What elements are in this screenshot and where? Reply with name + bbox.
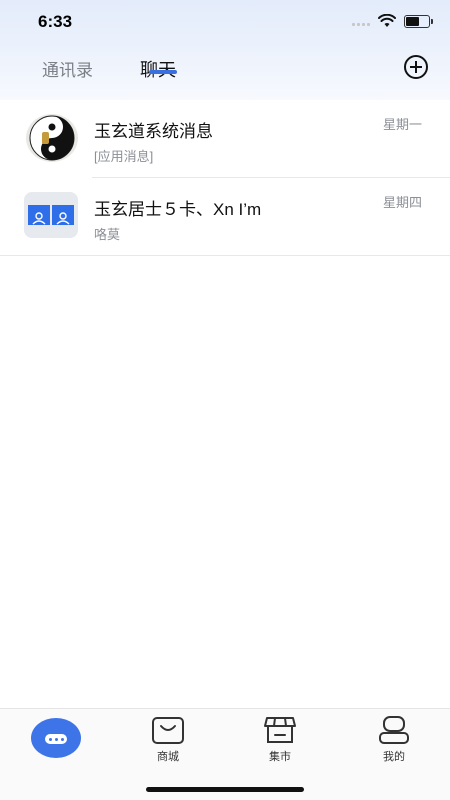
conversation-name: 玉玄居士５卡、Xn I’m: [94, 200, 262, 219]
yin-yang-avatar: [26, 114, 78, 162]
conversation-name: 玉玄道系统消息: [94, 122, 213, 141]
nav-label: 商城: [157, 751, 179, 763]
add-circle-icon[interactable]: [404, 55, 428, 79]
nav-chat[interactable]: [16, 715, 96, 775]
conversation-item[interactable]: 玉玄道系统消息 [应用消息] 星期一: [0, 100, 450, 178]
row-divider: [0, 255, 450, 256]
battery-icon: [404, 14, 433, 28]
tab-chat[interactable]: 聊天: [140, 56, 176, 82]
member-avatar-icon: [28, 205, 50, 225]
nav-shop[interactable]: 商城: [128, 715, 208, 775]
profile-icon: [379, 716, 409, 744]
store-icon: [264, 717, 296, 743]
shopping-bag-icon: [152, 717, 184, 744]
group-avatar: [24, 192, 78, 238]
conversation-preview: 咯莫: [94, 227, 121, 242]
conversation-date: 星期一: [382, 117, 422, 132]
home-indicator: [146, 787, 304, 792]
conversation-item[interactable]: 玉玄居士５卡、Xn I’m 咯莫 星期四: [0, 178, 450, 256]
conversation-list: 玉玄道系统消息 [应用消息] 星期一 玉玄居士５卡、Xn I’m 咯莫 星期四: [0, 100, 450, 256]
yin-yang-icon: [29, 115, 75, 161]
status-time: 6:33: [38, 12, 73, 31]
cellular-signal-icon: [352, 16, 370, 26]
status-bar: 6:33: [0, 0, 450, 44]
chat-icon: [31, 718, 81, 758]
tab-contacts[interactable]: 通讯录: [42, 56, 93, 81]
conversation-date: 星期四: [382, 195, 422, 210]
wifi-icon: [378, 14, 396, 27]
member-avatar-icon: [52, 205, 74, 225]
nav-market[interactable]: 集市: [240, 715, 320, 775]
header-tabs: 通讯录 聊天: [0, 52, 450, 92]
active-tab-indicator: [149, 70, 177, 74]
status-icons: [352, 14, 433, 28]
nav-label: 我的: [383, 751, 405, 763]
nav-label: 集市: [269, 751, 291, 763]
conversation-preview: [应用消息]: [94, 149, 154, 164]
nav-mine[interactable]: 我的: [354, 715, 434, 775]
